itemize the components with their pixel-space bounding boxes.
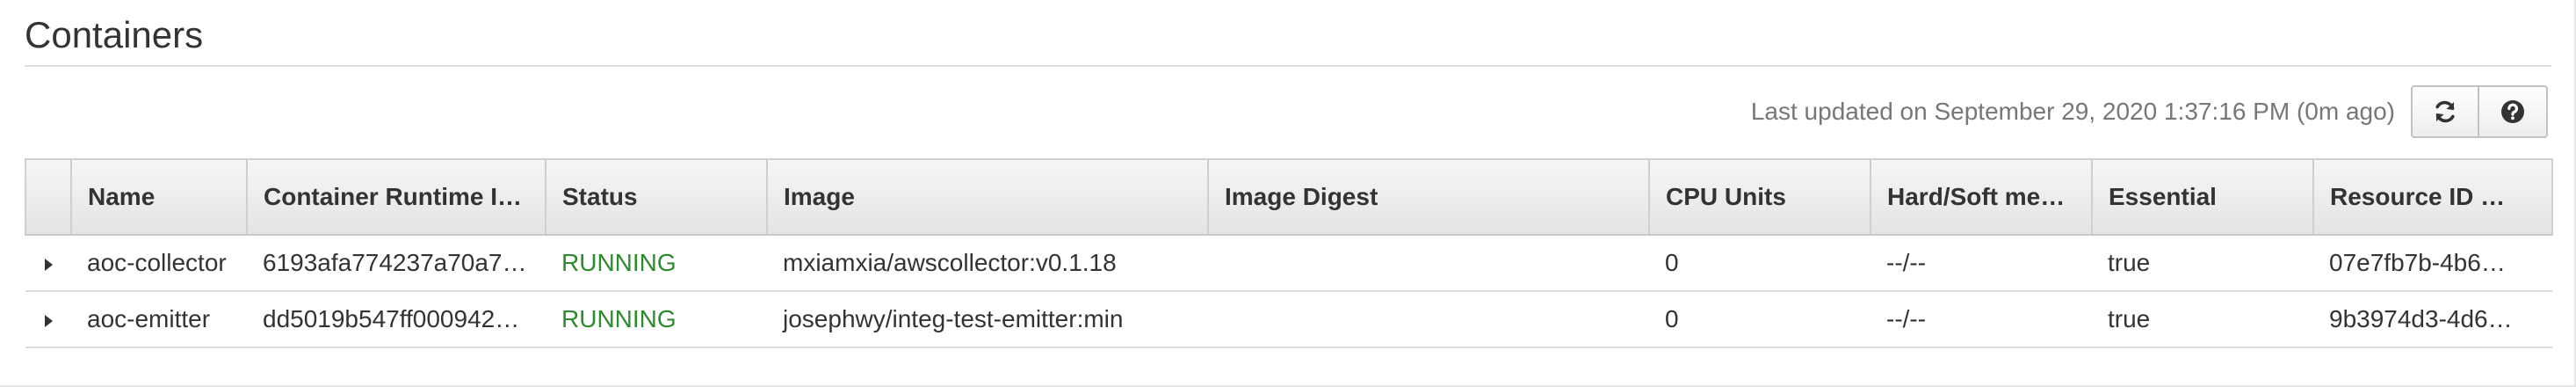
table-toolbar: Last updated on September 29, 2020 1:37:… xyxy=(1751,84,2548,139)
cell-name: aoc-collector xyxy=(71,235,247,292)
last-updated-text: Last updated on September 29, 2020 1:37:… xyxy=(1750,98,2395,125)
column-header-memory[interactable]: Hard/Soft me… xyxy=(1870,158,2093,236)
table-row[interactable]: aoc-collector 6193afa774237a70a7… RUNNIN… xyxy=(25,235,2552,292)
cell-name: aoc-emitter xyxy=(71,291,247,348)
help-icon xyxy=(2501,100,2524,123)
cell-resource-id: 9b3974d3-4d6… xyxy=(2313,291,2552,348)
column-header-name[interactable]: Name xyxy=(71,158,248,236)
column-header-runtime-id[interactable]: Container Runtime I… xyxy=(247,158,546,236)
cell-cpu-units: 0 xyxy=(1649,235,1870,292)
cell-runtime-id: 6193afa774237a70a7… xyxy=(247,235,546,292)
cell-status: RUNNING xyxy=(546,235,767,292)
column-header-image-digest[interactable]: Image Digest xyxy=(1208,158,1650,236)
cell-essential: true xyxy=(2092,235,2313,292)
cell-status: RUNNING xyxy=(546,291,767,348)
toolbar-button-group xyxy=(2411,85,2548,138)
containers-panel: Containers Last updated on September 29,… xyxy=(0,0,2576,387)
column-header-image[interactable]: Image xyxy=(767,158,1209,236)
cell-image: mxiamxia/awscollector:v0.1.18 xyxy=(767,235,1208,292)
containers-table: Name Container Runtime I… Status Image I… xyxy=(25,158,2553,348)
section-title: Containers xyxy=(25,14,204,55)
cell-image-digest xyxy=(1208,291,1649,348)
expander-column-header xyxy=(25,158,72,236)
cell-resource-id: 07e7fb7b-4b6… xyxy=(2313,235,2552,292)
cell-image-digest xyxy=(1208,235,1649,292)
row-expander[interactable] xyxy=(25,235,71,292)
cell-runtime-id: dd5019b547ff000942… xyxy=(247,291,546,348)
cell-essential: true xyxy=(2092,291,2313,348)
help-button[interactable] xyxy=(2479,85,2548,138)
containers-table-wrapper: Name Container Runtime I… Status Image I… xyxy=(25,158,2553,348)
column-header-status[interactable]: Status xyxy=(546,158,768,236)
column-header-essential[interactable]: Essential xyxy=(2092,158,2314,236)
expand-caret-icon[interactable] xyxy=(44,315,53,327)
refresh-icon xyxy=(2435,100,2455,123)
cell-memory: --/-- xyxy=(1870,235,2092,292)
refresh-button[interactable] xyxy=(2411,85,2479,138)
table-header-row: Name Container Runtime I… Status Image I… xyxy=(25,158,2553,236)
column-header-resource-id[interactable]: Resource ID … xyxy=(2313,158,2553,236)
expand-caret-icon[interactable] xyxy=(44,259,53,271)
row-expander[interactable] xyxy=(25,291,71,348)
cell-image: josephwy/integ-test-emitter:min xyxy=(767,291,1208,348)
cell-memory: --/-- xyxy=(1870,291,2092,348)
column-header-cpu-units[interactable]: CPU Units xyxy=(1649,158,1871,236)
title-divider xyxy=(25,65,2551,67)
table-row[interactable]: aoc-emitter dd5019b547ff000942… RUNNING … xyxy=(25,291,2552,348)
cell-cpu-units: 0 xyxy=(1649,291,1870,348)
